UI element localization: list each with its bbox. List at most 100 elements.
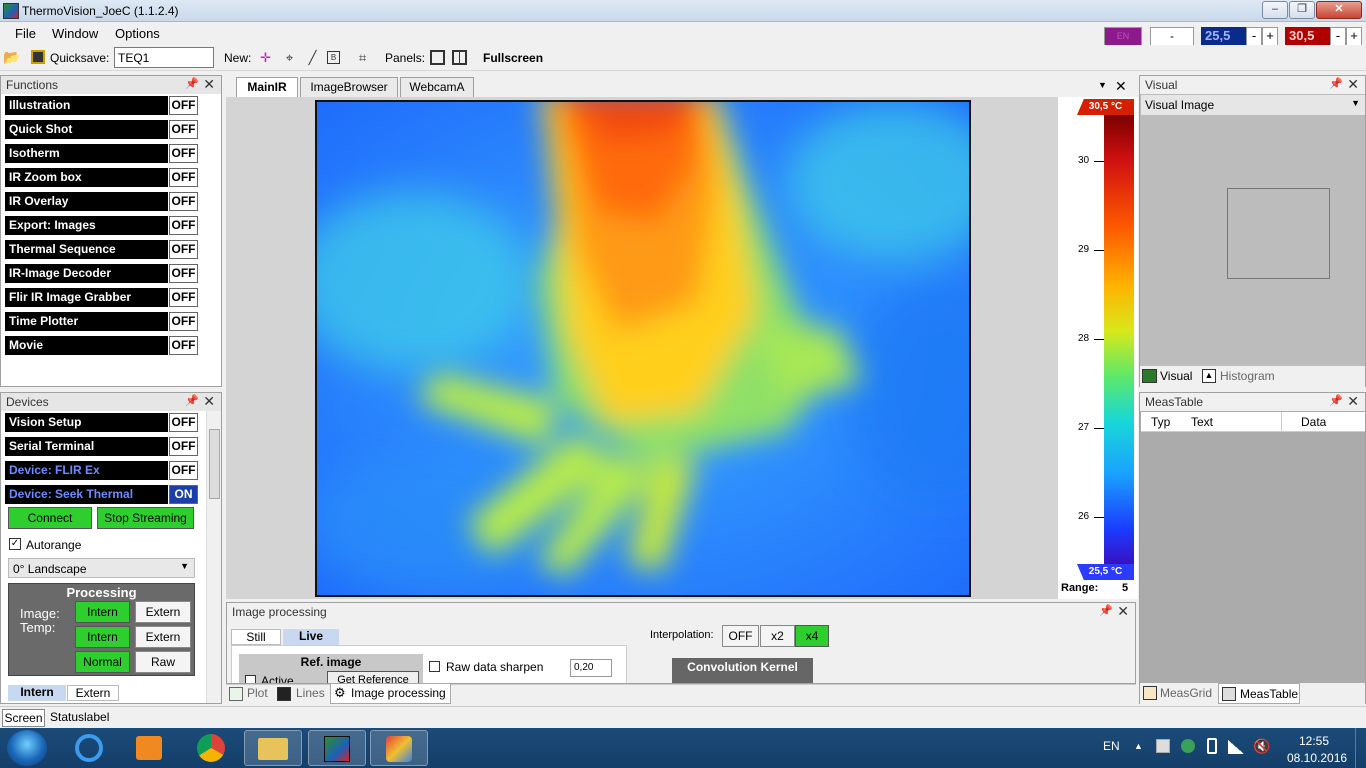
thermal-image[interactable] [315, 100, 971, 597]
taskbar-language[interactable]: EN [1103, 739, 1120, 753]
taskbar-thermovision-icon[interactable] [308, 730, 366, 766]
tab-dropdown-icon[interactable]: ▼ [1098, 80, 1107, 90]
devices-scrollbar[interactable] [206, 411, 221, 703]
function-label[interactable]: Movie [5, 336, 168, 355]
tab-extern[interactable]: Extern [67, 685, 119, 701]
function-label[interactable]: Illustration [5, 96, 168, 115]
visual-select[interactable]: Visual Image ▼ [1141, 95, 1365, 115]
device-toggle[interactable]: ON [169, 485, 198, 504]
image-intern-button[interactable]: Intern [75, 601, 130, 623]
range-value[interactable]: 5 [1122, 582, 1128, 594]
taskbar-paint-icon[interactable] [370, 730, 428, 766]
raw-sharpen-checkbox[interactable] [429, 661, 440, 672]
image-extern-button[interactable]: Extern [135, 601, 191, 623]
scale-max-label[interactable]: 30,5 °C [1077, 99, 1134, 115]
active-checkbox[interactable] [245, 675, 256, 683]
temp-low-plus[interactable]: + [1262, 27, 1278, 46]
tray-volume-icon[interactable]: 🔇 [1253, 738, 1270, 755]
quicksave-input[interactable] [114, 47, 214, 68]
show-desktop-button[interactable] [1355, 728, 1366, 768]
close-button[interactable]: ✕ [1316, 1, 1362, 19]
function-toggle[interactable]: OFF [169, 336, 198, 355]
col-data[interactable]: Data [1301, 415, 1326, 429]
function-label[interactable]: IR Overlay [5, 192, 168, 211]
sharpen-stepper[interactable]: 0,20 [570, 659, 612, 677]
orientation-select[interactable]: 0° Landscape ▼ [8, 558, 195, 578]
temp-low-field[interactable]: 25,5 [1201, 27, 1246, 46]
pin-icon[interactable]: 📌 [1099, 604, 1113, 617]
pin-icon[interactable]: 📌 [1329, 394, 1343, 407]
function-label[interactable]: IR Zoom box [5, 168, 168, 187]
tray-security-icon[interactable] [1181, 739, 1195, 753]
new-point-icon[interactable]: ✛ [257, 49, 274, 66]
save-icon[interactable] [31, 50, 45, 64]
normal-button[interactable]: Normal [75, 651, 130, 673]
pin-icon[interactable]: 📌 [185, 77, 199, 90]
scale-min-label[interactable]: 25,5 °C [1077, 564, 1134, 580]
device-label[interactable]: Device: Seek Thermal [5, 485, 168, 504]
start-button[interactable] [7, 730, 47, 766]
close-icon[interactable]: ✕ [203, 393, 215, 410]
function-toggle[interactable]: OFF [169, 168, 198, 187]
tray-battery-icon[interactable] [1207, 738, 1217, 754]
temp-high-field[interactable]: 30,5 [1285, 27, 1330, 46]
device-toggle[interactable]: OFF [169, 413, 198, 432]
interp-x4-button[interactable]: x4 [795, 625, 829, 647]
connect-button[interactable]: Connect [8, 507, 92, 529]
menu-options[interactable]: Options [115, 26, 160, 41]
tab-live[interactable]: Live [283, 629, 339, 645]
close-icon[interactable]: ✕ [203, 76, 215, 93]
device-label[interactable]: Vision Setup [5, 413, 168, 432]
function-toggle[interactable]: OFF [169, 264, 198, 283]
close-icon[interactable]: ✕ [1347, 393, 1359, 410]
tab-intern[interactable]: Intern [8, 685, 66, 701]
temp-low-minus[interactable]: - [1246, 27, 1262, 46]
open-folder-icon[interactable]: 📂 [3, 49, 20, 66]
stop-streaming-button[interactable]: Stop Streaming [97, 507, 194, 529]
temp-high-plus[interactable]: + [1346, 27, 1362, 46]
taskbar-explorer-icon[interactable] [244, 730, 302, 766]
tab-webcama[interactable]: WebcamA [400, 77, 474, 97]
temp-intern-button[interactable]: Intern [75, 626, 130, 648]
new-crosshair-icon[interactable]: ⌖ [281, 49, 298, 66]
close-icon[interactable]: ✕ [1347, 76, 1359, 93]
clock-time[interactable]: 12:55 [1299, 734, 1329, 748]
new-polygon-icon[interactable]: ⌗ [354, 49, 371, 66]
menu-file[interactable]: File [15, 26, 36, 41]
panel-split-icon[interactable] [452, 50, 467, 65]
tab-measgrid[interactable]: MeasGrid [1160, 686, 1212, 700]
col-text[interactable]: Text [1191, 415, 1213, 429]
tab-still[interactable]: Still [231, 629, 281, 645]
function-toggle[interactable]: OFF [169, 96, 198, 115]
tray-signal-icon[interactable] [1228, 740, 1244, 754]
dash-field[interactable]: - [1150, 27, 1194, 46]
temp-high-minus[interactable]: - [1330, 27, 1346, 46]
function-toggle[interactable]: OFF [169, 288, 198, 307]
function-label[interactable]: Isotherm [5, 144, 168, 163]
device-toggle[interactable]: OFF [169, 437, 198, 456]
raw-button[interactable]: Raw [135, 651, 191, 673]
close-icon[interactable]: ✕ [1117, 603, 1129, 620]
tab-plot[interactable]: Plot [247, 684, 268, 704]
col-typ[interactable]: Typ [1151, 415, 1170, 429]
taskbar-ie-icon[interactable] [60, 730, 118, 766]
temp-extern-button[interactable]: Extern [135, 626, 191, 648]
taskbar-media-icon[interactable] [120, 730, 178, 766]
interp-off-button[interactable]: OFF [722, 625, 759, 647]
new-box-icon[interactable]: B [327, 51, 340, 64]
pin-icon[interactable]: 📌 [1329, 77, 1343, 90]
tab-lines[interactable]: Lines [296, 684, 325, 704]
tray-expand-icon[interactable]: ▲ [1134, 741, 1143, 751]
autorange-checkbox[interactable]: ✓ [9, 538, 21, 550]
function-toggle[interactable]: OFF [169, 120, 198, 139]
device-label[interactable]: Device: FLIR Ex [5, 461, 168, 480]
device-toggle[interactable]: OFF [169, 461, 198, 480]
function-label[interactable]: Thermal Sequence [5, 240, 168, 259]
tab-visual[interactable]: Visual [1160, 369, 1192, 383]
function-toggle[interactable]: OFF [169, 240, 198, 259]
function-label[interactable]: Export: Images [5, 216, 168, 235]
tab-mainir[interactable]: MainIR [236, 77, 298, 97]
screen-button[interactable]: Screen [2, 709, 45, 727]
function-label[interactable]: IR-Image Decoder [5, 264, 168, 283]
function-label[interactable]: Flir IR Image Grabber [5, 288, 168, 307]
